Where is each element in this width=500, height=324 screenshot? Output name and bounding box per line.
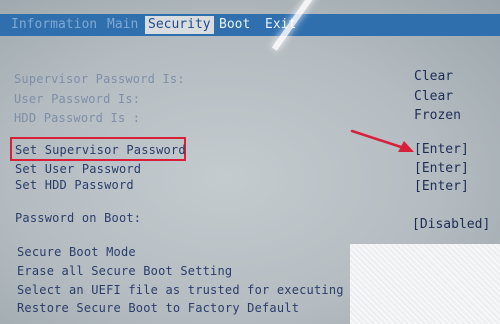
corner-artifact: [350, 244, 500, 324]
password-on-boot-value[interactable]: [Disabled]: [412, 217, 490, 232]
supervisor-password-status-label: Supervisor Password Is:: [14, 72, 185, 86]
user-password-status-value: Clear: [414, 89, 454, 104]
tab-boot[interactable]: Boot: [216, 16, 253, 34]
menu-bar: Information Main Security Boot Exit: [0, 14, 500, 36]
set-hdd-password-item[interactable]: Set HDD Password: [15, 178, 134, 192]
tab-security[interactable]: Security: [145, 16, 214, 34]
set-hdd-password-enter[interactable]: [Enter]: [414, 179, 469, 194]
bios-screen: Information Main Security Boot Exit Supe…: [0, 0, 500, 324]
set-supervisor-password-item[interactable]: Set Supervisor Password: [15, 143, 186, 157]
select-uefi-file-item[interactable]: Select an UEFI file as trusted for execu…: [17, 283, 344, 297]
red-arrow-icon: [350, 129, 414, 152]
tab-main[interactable]: Main: [104, 16, 141, 34]
set-user-password-item[interactable]: Set User Password: [15, 162, 141, 176]
password-on-boot-item[interactable]: Password on Boot:: [15, 211, 141, 225]
set-user-password-enter[interactable]: [Enter]: [414, 161, 469, 176]
hdd-password-status-label: HDD Password Is :: [14, 111, 141, 125]
restore-secure-boot-item[interactable]: Restore Secure Boot to Factory Default: [17, 301, 299, 315]
supervisor-password-status-value: Clear: [414, 69, 454, 84]
secure-boot-mode-item[interactable]: Secure Boot Mode: [17, 245, 136, 259]
hdd-password-status-value: Frozen: [414, 108, 461, 123]
user-password-status-label: User Password Is:: [14, 92, 141, 106]
set-supervisor-password-enter[interactable]: [Enter]: [414, 142, 469, 157]
erase-secure-boot-item[interactable]: Erase all Secure Boot Setting: [17, 264, 232, 278]
tab-information[interactable]: Information: [8, 16, 100, 34]
